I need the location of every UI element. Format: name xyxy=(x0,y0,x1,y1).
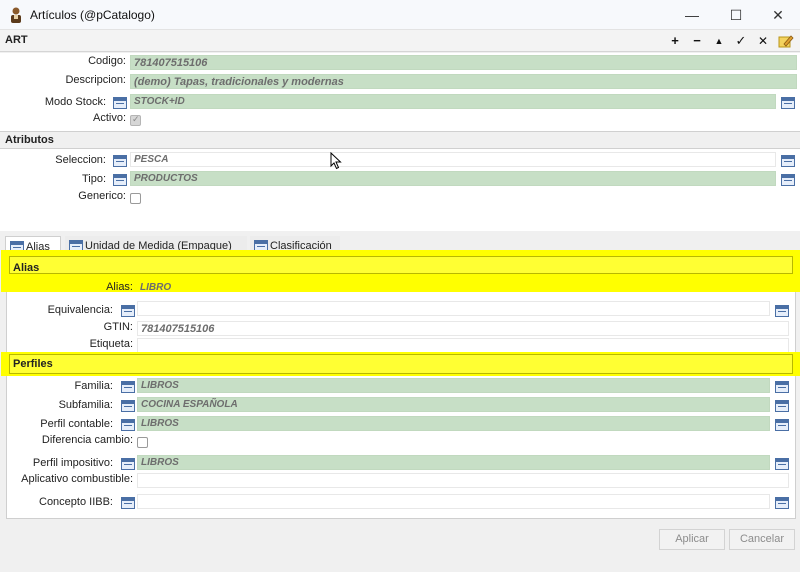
diferencia-cambio-label: Diferencia cambio: xyxy=(41,434,133,446)
descripcion-field[interactable]: (demo) Tapas, tradicionales y modernas xyxy=(130,74,797,89)
toolbar-title: ART xyxy=(5,34,28,46)
familia-lookup-icon[interactable] xyxy=(121,381,135,393)
record-toolbar: ART + − ▲ ✓ ✕ xyxy=(0,30,800,52)
perfil-impositivo-lookup-icon[interactable] xyxy=(121,458,135,470)
accept-button[interactable]: ✓ xyxy=(732,32,750,50)
perfiles-header-bar xyxy=(9,354,793,374)
aplicativo-combustible-field[interactable] xyxy=(137,473,789,488)
codigo-label: Codigo: xyxy=(88,55,126,67)
main-panel: Codigo: 781407515106 Descripcion: (demo)… xyxy=(0,53,800,131)
concepto-iibb-lookup-icon[interactable] xyxy=(121,497,135,509)
seleccion-list-icon[interactable] xyxy=(781,155,795,167)
aplicar-button[interactable]: Aplicar xyxy=(659,529,725,550)
modo-stock-lookup-icon[interactable] xyxy=(113,97,127,109)
cancel-edit-button[interactable]: ✕ xyxy=(754,32,772,50)
equivalencia-label: Equivalencia: xyxy=(47,304,113,316)
window-titlebar: Artículos (@pCatalogo) — ☐ ✕ xyxy=(0,0,800,30)
seleccion-label: Seleccion: xyxy=(55,154,106,166)
diferencia-cambio-checkbox[interactable] xyxy=(137,437,148,448)
tipo-label: Tipo: xyxy=(81,173,106,185)
alias-header-bar xyxy=(9,256,793,274)
perfiles-header: Perfiles xyxy=(13,358,53,370)
cancelar-button[interactable]: Cancelar xyxy=(729,529,795,550)
perfil-impositivo-label: Perfil impositivo: xyxy=(32,457,113,469)
familia-field[interactable]: LIBROS xyxy=(137,378,770,393)
tipo-field[interactable]: PRODUCTOS xyxy=(130,171,776,186)
alias-label: Alias: xyxy=(106,281,133,293)
gtin-field[interactable]: 781407515106 xyxy=(137,321,789,336)
atributos-header: Atributos xyxy=(5,134,54,146)
window-title: Artículos (@pCatalogo) xyxy=(30,8,155,22)
add-record-button[interactable]: + xyxy=(666,32,684,50)
minimize-button[interactable]: — xyxy=(672,0,712,30)
descripcion-label: Descripcion: xyxy=(65,74,126,86)
subfamilia-lookup-icon[interactable] xyxy=(121,400,135,412)
subfamilia-field[interactable]: COCINA ESPAÑOLA xyxy=(137,397,770,412)
generico-checkbox[interactable] xyxy=(130,193,141,204)
familia-label: Familia: xyxy=(74,380,113,392)
activo-label: Activo: xyxy=(92,112,126,124)
subfamilia-label: Subfamilia: xyxy=(58,399,113,411)
familia-list-icon[interactable] xyxy=(775,381,789,393)
maximize-button[interactable]: ☐ xyxy=(716,0,756,30)
modo-stock-field[interactable]: STOCK+ID xyxy=(130,94,776,109)
dialog-button-bar: Aplicar Cancelar xyxy=(0,522,800,572)
edit-pencil-icon[interactable] xyxy=(778,33,794,49)
subfamilia-list-icon[interactable] xyxy=(775,400,789,412)
perfil-contable-list-icon[interactable] xyxy=(775,419,789,431)
aplicativo-combustible-label: Aplicativo combustible: xyxy=(21,473,133,485)
perfil-contable-lookup-icon[interactable] xyxy=(121,419,135,431)
modo-stock-label: Modo Stock: xyxy=(44,96,106,108)
atributos-header-bar: Atributos xyxy=(0,131,800,149)
gtin-label: GTIN: xyxy=(103,321,133,333)
mouse-pointer-icon xyxy=(330,152,342,170)
alias-tab-content: Alias Alias: LIBRO Equivalencia: GTIN: 7… xyxy=(1,250,800,519)
perfil-impositivo-list-icon[interactable] xyxy=(775,458,789,470)
alias-header: Alias xyxy=(13,262,40,274)
concepto-iibb-list-icon[interactable] xyxy=(775,497,789,509)
activo-checkbox[interactable] xyxy=(130,114,141,126)
perfil-contable-label: Perfil contable: xyxy=(40,418,113,430)
tipo-lookup-icon[interactable] xyxy=(113,174,127,186)
move-up-button[interactable]: ▲ xyxy=(710,32,728,50)
equivalencia-list-icon[interactable] xyxy=(775,305,789,317)
etiqueta-field[interactable] xyxy=(137,338,789,353)
seleccion-field[interactable]: PESCA xyxy=(130,152,776,167)
atributos-panel: Seleccion: PESCA Tipo: PRODUCTOS Generic… xyxy=(0,149,800,231)
modo-stock-list-icon[interactable] xyxy=(781,97,795,109)
concepto-iibb-field[interactable] xyxy=(137,494,770,509)
seleccion-lookup-icon[interactable] xyxy=(113,155,127,167)
app-person-icon xyxy=(11,7,21,23)
perfiles-highlight xyxy=(1,352,800,376)
generico-label: Generico: xyxy=(78,190,126,202)
codigo-field[interactable]: 781407515106 xyxy=(130,55,797,70)
etiqueta-label: Etiqueta: xyxy=(89,338,133,350)
perfil-contable-field[interactable]: LIBROS xyxy=(137,416,770,431)
perfil-impositivo-field[interactable]: LIBROS xyxy=(137,455,770,470)
alias-field[interactable]: LIBRO xyxy=(137,281,787,295)
close-window-button[interactable]: ✕ xyxy=(758,0,798,30)
concepto-iibb-label: Concepto IIBB: xyxy=(39,496,113,508)
tipo-list-icon[interactable] xyxy=(781,174,795,186)
equivalencia-field[interactable] xyxy=(137,301,770,316)
delete-record-button[interactable]: − xyxy=(688,32,706,50)
equivalencia-lookup-icon[interactable] xyxy=(121,305,135,317)
